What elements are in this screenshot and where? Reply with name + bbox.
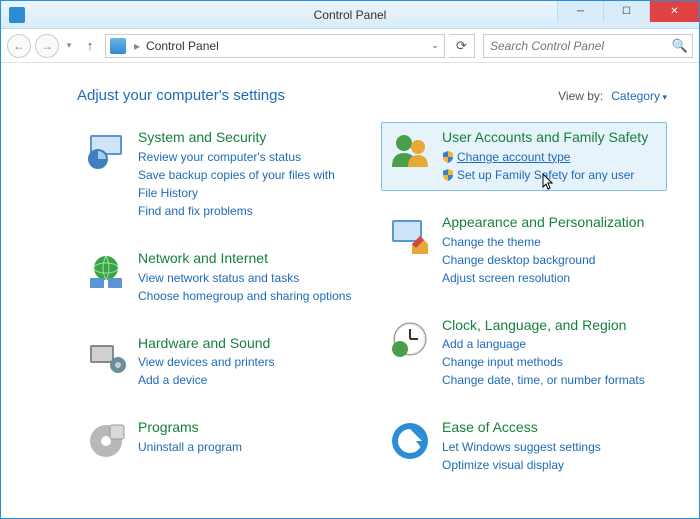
user-accounts-icon xyxy=(388,129,432,173)
breadcrumb-sep: ▸ xyxy=(130,39,144,53)
category-link[interactable]: Add a device xyxy=(138,371,356,389)
category-appearance: Appearance and Personalization Change th… xyxy=(381,207,667,294)
category-link[interactable]: Save backup copies of your files with Fi… xyxy=(138,166,356,202)
nav-bar: ← → ▾ ↑ ▸ Control Panel ⌄ ⟳ 🔍 xyxy=(1,29,699,63)
view-by-dropdown[interactable]: Category xyxy=(611,89,667,103)
category-column-left: System and Security Review your computer… xyxy=(77,122,363,481)
category-network-internet: Network and Internet View network status… xyxy=(77,243,363,312)
breadcrumb[interactable]: Control Panel xyxy=(144,39,426,53)
maximize-button[interactable]: ☐ xyxy=(603,1,649,22)
app-icon xyxy=(9,7,25,23)
category-link[interactable]: Change the theme xyxy=(442,233,660,251)
search-icon[interactable]: 🔍 xyxy=(668,38,692,54)
system-security-icon xyxy=(84,129,128,173)
category-title[interactable]: System and Security xyxy=(138,129,356,146)
category-title[interactable]: Hardware and Sound xyxy=(138,335,356,352)
ease-of-access-icon xyxy=(388,419,432,463)
shield-icon xyxy=(442,151,454,163)
close-button[interactable]: ✕ xyxy=(649,1,699,22)
category-link-change-account-type[interactable]: Change account type xyxy=(442,148,660,166)
category-user-accounts: User Accounts and Family Safety Change a… xyxy=(381,122,667,191)
search-box[interactable]: 🔍 xyxy=(483,34,693,58)
category-link[interactable]: Optimize visual display xyxy=(442,456,660,474)
clock-language-icon xyxy=(388,317,432,361)
category-link[interactable]: Change desktop background xyxy=(442,251,660,269)
category-title[interactable]: User Accounts and Family Safety xyxy=(442,129,660,146)
category-link[interactable]: Choose homegroup and sharing options xyxy=(138,287,356,305)
category-link[interactable]: View devices and printers xyxy=(138,353,356,371)
category-title[interactable]: Appearance and Personalization xyxy=(442,214,660,231)
title-bar: Control Panel ─ ☐ ✕ xyxy=(1,1,699,29)
control-panel-icon xyxy=(110,38,126,54)
category-link[interactable]: Find and fix problems xyxy=(138,202,356,220)
address-dropdown[interactable]: ⌄ xyxy=(426,40,444,51)
category-title[interactable]: Programs xyxy=(138,419,356,436)
content-area: Adjust your computer's settings View by:… xyxy=(1,63,699,501)
category-link[interactable]: Add a language xyxy=(442,335,660,353)
category-link[interactable]: Let Windows suggest settings xyxy=(442,438,660,456)
category-system-security: System and Security Review your computer… xyxy=(77,122,363,227)
category-link[interactable]: Change date, time, or number formats xyxy=(442,371,660,389)
category-title[interactable]: Network and Internet xyxy=(138,250,356,267)
back-button[interactable]: ← xyxy=(7,34,31,58)
view-by-label: View by: xyxy=(558,89,603,103)
page-title: Adjust your computer's settings xyxy=(77,87,285,104)
view-by: View by: Category xyxy=(558,89,667,103)
category-link[interactable]: Uninstall a program xyxy=(138,438,356,456)
category-clock-language: Clock, Language, and Region Add a langua… xyxy=(381,310,667,397)
history-dropdown[interactable]: ▾ xyxy=(63,40,75,51)
category-link[interactable]: Change input methods xyxy=(442,353,660,371)
programs-icon xyxy=(84,419,128,463)
up-button[interactable]: ↑ xyxy=(79,35,101,57)
window-title: Control Panel xyxy=(314,8,387,22)
category-link-family-safety[interactable]: Set up Family Safety for any user xyxy=(442,166,660,184)
category-link[interactable]: Adjust screen resolution xyxy=(442,269,660,287)
category-ease-of-access: Ease of Access Let Windows suggest setti… xyxy=(381,412,667,481)
category-programs: Programs Uninstall a program xyxy=(77,412,363,470)
appearance-icon xyxy=(388,214,432,258)
category-hardware-sound: Hardware and Sound View devices and prin… xyxy=(77,328,363,397)
category-column-right: User Accounts and Family Safety Change a… xyxy=(381,122,667,481)
category-title[interactable]: Clock, Language, and Region xyxy=(442,317,660,334)
shield-icon xyxy=(442,169,454,181)
network-internet-icon xyxy=(84,250,128,294)
forward-button[interactable]: → xyxy=(35,34,59,58)
address-bar[interactable]: ▸ Control Panel ⌄ xyxy=(105,34,445,58)
category-title[interactable]: Ease of Access xyxy=(442,419,660,436)
category-link[interactable]: Review your computer's status xyxy=(138,148,356,166)
category-link[interactable]: View network status and tasks xyxy=(138,269,356,287)
minimize-button[interactable]: ─ xyxy=(557,1,603,22)
search-input[interactable] xyxy=(484,38,668,54)
hardware-sound-icon xyxy=(84,335,128,379)
refresh-button[interactable]: ⟳ xyxy=(449,34,475,58)
